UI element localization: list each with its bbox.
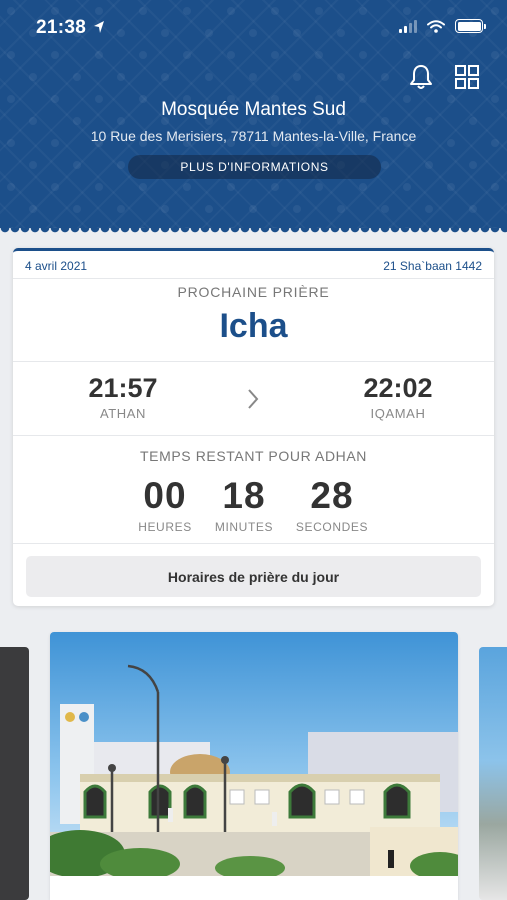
athan-time: 21:57	[88, 373, 158, 403]
athan-label: ATHAN	[99, 406, 147, 421]
more-info-button[interactable]: PLUS D'INFORMATIONS	[128, 155, 381, 179]
mosque-header: 21:38 Mosquée Mantes Sud 10 Rue des Meri…	[0, 0, 507, 236]
countdown-hours: 00 HEURES	[120, 475, 210, 534]
countdown-value: 18	[222, 475, 266, 516]
wifi-icon	[427, 19, 445, 33]
mosque-photo	[50, 632, 458, 876]
grid-icon[interactable]	[453, 63, 481, 91]
carousel-card-next[interactable]	[479, 647, 507, 900]
countdown-unit: HEURES	[138, 520, 192, 534]
day-schedule-button[interactable]: Horaires de prière du jour	[26, 556, 481, 597]
iqamah-label: IQAMAH	[370, 406, 426, 421]
countdown-unit: SECONDES	[295, 520, 369, 534]
carousel-card-previous[interactable]	[0, 647, 29, 900]
countdown-minutes: 18 MINUTES	[199, 475, 289, 534]
hijri-date: 21 Sha`baan 1442	[383, 259, 482, 273]
header-scalloped-edge	[0, 228, 507, 238]
status-indicators	[399, 19, 486, 33]
location-arrow-icon	[94, 21, 104, 33]
countdown-value: 28	[310, 475, 354, 516]
bell-icon[interactable]	[407, 63, 435, 91]
chevron-right-icon	[248, 389, 259, 409]
mosque-photo-card[interactable]	[50, 632, 458, 900]
iqamah-time-block: 22:02 IQAMAH	[338, 373, 458, 421]
status-time: 21:38	[36, 17, 87, 38]
next-prayer-label: PROCHAINE PRIÈRE	[177, 284, 330, 300]
signal-icon	[399, 19, 417, 33]
mosque-name: Mosquée Mantes Sud	[161, 99, 346, 120]
countdown-value: 00	[143, 475, 187, 516]
battery-icon	[455, 19, 486, 33]
remaining-time-label: TEMPS RESTANT POUR ADHAN	[139, 448, 368, 464]
iqamah-time: 22:02	[363, 373, 433, 403]
athan-time-block: 21:57 ATHAN	[63, 373, 183, 421]
mosque-address: 10 Rue des Merisiers, 78711 Mantes-la-Vi…	[90, 128, 417, 144]
next-prayer-name: Icha	[219, 307, 288, 345]
countdown-unit: MINUTES	[214, 520, 274, 534]
next-prayer-card: 4 avril 2021 21 Sha`baan 1442 PROCHAINE …	[13, 248, 494, 606]
gregorian-date: 4 avril 2021	[25, 259, 88, 273]
countdown-seconds: 28 SECONDES	[287, 475, 377, 534]
